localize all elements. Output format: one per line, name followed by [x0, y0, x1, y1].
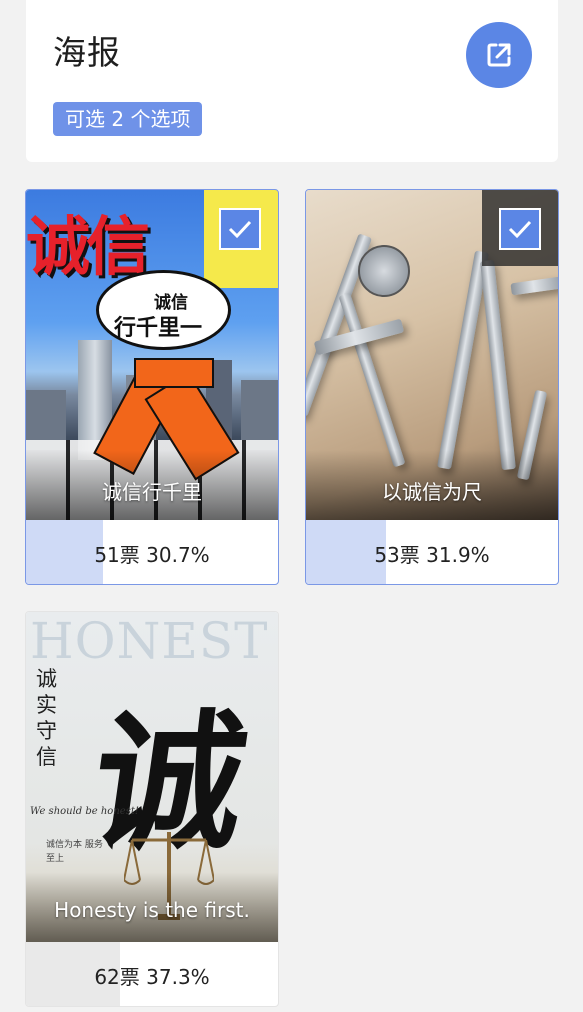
option-caption: Honesty is the first.: [54, 898, 250, 922]
selection-limit-tag: 可选 2 个选项: [53, 102, 203, 136]
selected-checkbox[interactable]: [219, 208, 261, 250]
option-image: HONEST 诚实守信 诚 We should be honest! 诚信为本 …: [26, 612, 278, 942]
poll-option-3[interactable]: HONEST 诚实守信 诚 We should be honest! 诚信为本 …: [25, 611, 279, 1007]
option-result: 53票 31.9%: [306, 520, 558, 584]
vote-result-text: 62票 37.3%: [94, 965, 210, 989]
option-caption: 以诚信为尺: [382, 480, 482, 504]
share-button[interactable]: [466, 22, 532, 88]
poll-title: 海报: [53, 33, 121, 72]
poster-subtitle-text: We should be honest!: [30, 806, 139, 817]
option-result: 62票 37.3%: [26, 942, 278, 1006]
poster-vertical-text: 诚实守信: [36, 667, 57, 769]
option-result: 51票 30.7%: [26, 520, 278, 584]
share-external-icon: [487, 43, 511, 67]
option-caption: 诚信行千里: [102, 480, 202, 504]
vote-result-text: 51票 30.7%: [94, 543, 210, 567]
checkmark-icon: [508, 220, 532, 239]
poster-bubble-text: 行千里一: [114, 316, 203, 341]
poster-small-text: 诚信为本 服务至上: [46, 840, 103, 864]
poster-title-text: 诚信: [26, 210, 150, 285]
selected-checkbox[interactable]: [499, 208, 541, 250]
poll-option-2[interactable]: 以诚信为尺 53票 31.9%: [305, 189, 559, 585]
poll-option-1[interactable]: 诚信 诚信 行千里一 诚信行千里 51票 30.7%: [25, 189, 279, 585]
poll-header-card: 海报 可选 2 个选项: [26, 0, 558, 162]
checkmark-icon: [228, 220, 252, 239]
vote-result-text: 53票 31.9%: [374, 543, 490, 567]
